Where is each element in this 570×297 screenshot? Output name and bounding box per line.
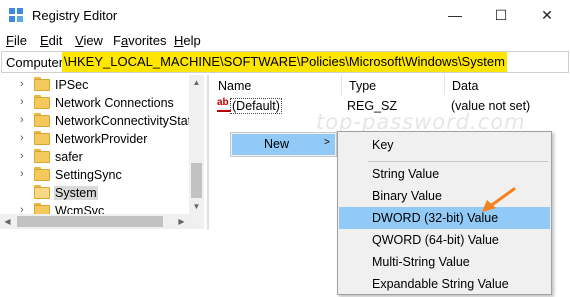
annotation-arrow-icon: [482, 187, 516, 212]
folder-icon: [34, 77, 50, 91]
title-bar: Registry Editor — ☐ ✕: [0, 0, 570, 31]
pane-splitter[interactable]: [207, 75, 209, 230]
tree-item-wcmsvc[interactable]: › WcmSvc: [0, 202, 203, 214]
column-separator[interactable]: [444, 75, 445, 95]
folder-icon: [34, 95, 50, 109]
tree-item-networkprovider[interactable]: › NetworkProvider: [0, 130, 203, 148]
tree-horizontal-scrollbar[interactable]: ◀ ▶: [0, 214, 204, 229]
menu-help[interactable]: Help: [174, 33, 201, 48]
chevron-right-icon[interactable]: ›: [20, 150, 24, 162]
maximize-button[interactable]: ☐: [478, 0, 524, 31]
tree-item-label: safer: [55, 150, 83, 164]
registry-tree: › IPSec › Network Connections › NetworkC…: [0, 75, 203, 214]
tree-item-safer[interactable]: › safer: [0, 148, 203, 166]
tree-item-label: System: [54, 186, 98, 200]
address-bar[interactable]: Computer \HKEY_LOCAL_MACHINE\SOFTWARE\Po…: [1, 51, 569, 73]
registry-editor-icon: [9, 8, 23, 22]
folder-icon: [34, 167, 50, 181]
submenu-item-multi-string-value[interactable]: Multi-String Value: [339, 251, 550, 273]
submenu-item-key[interactable]: Key: [339, 134, 550, 156]
tree-vertical-scrollbar[interactable]: ▲ ▼: [189, 75, 204, 214]
chevron-right-icon[interactable]: ›: [20, 96, 24, 108]
menu-bar: File Edit View Favorites Help: [0, 31, 570, 51]
address-path[interactable]: \HKEY_LOCAL_MACHINE\SOFTWARE\Policies\Mi…: [62, 52, 507, 72]
tree-item-network-connections[interactable]: › Network Connections: [0, 94, 203, 112]
scroll-left-icon[interactable]: ◀: [0, 214, 15, 229]
submenu-item-dword-value[interactable]: DWORD (32-bit) Value: [339, 207, 550, 229]
folder-icon: [34, 149, 50, 163]
minimize-button[interactable]: —: [432, 0, 478, 31]
context-menu-new[interactable]: New >: [232, 134, 335, 155]
new-label: New: [264, 137, 290, 151]
close-button[interactable]: ✕: [524, 0, 570, 31]
submenu-item-qword-value[interactable]: QWORD (64-bit) Value: [339, 229, 550, 251]
chevron-right-icon[interactable]: ›: [20, 78, 24, 90]
menu-file[interactable]: File: [6, 33, 27, 48]
submenu-item-expandable-string-value[interactable]: Expandable String Value: [339, 273, 550, 295]
scroll-right-icon[interactable]: ▶: [174, 214, 189, 229]
chevron-right-icon[interactable]: ›: [20, 204, 24, 214]
tree-item-settingsync[interactable]: › SettingSync: [0, 166, 203, 184]
scroll-thumb[interactable]: [17, 216, 163, 227]
context-menu: New >: [230, 132, 337, 157]
scroll-up-icon[interactable]: ▲: [189, 75, 204, 90]
tree-item-label: IPSec: [55, 78, 89, 92]
submenu-item-string-value[interactable]: String Value: [339, 163, 550, 185]
folder-icon: [34, 131, 50, 145]
address-prefix: Computer: [6, 55, 64, 70]
tree-item-label: Network Connections: [55, 96, 174, 110]
tree-item-label: NetworkProvider: [55, 132, 148, 146]
tree-item-label: SettingSync: [55, 168, 122, 182]
value-name: (Default): [230, 98, 282, 114]
tree-item-label: WcmSvc: [55, 204, 105, 214]
column-separator[interactable]: [341, 75, 342, 95]
tree-item-label: NetworkConnectivityStat: [55, 114, 192, 128]
scroll-thumb[interactable]: [191, 163, 202, 198]
submenu-arrow-icon: >: [324, 137, 330, 148]
folder-icon: [34, 185, 50, 199]
folder-icon: [34, 203, 50, 214]
chevron-right-icon[interactable]: ›: [20, 114, 24, 126]
column-header-data[interactable]: Data: [452, 79, 478, 93]
window-title: Registry Editor: [32, 8, 118, 23]
folder-icon: [34, 113, 50, 127]
column-header-name[interactable]: Name: [218, 79, 251, 93]
menu-separator: [368, 161, 548, 162]
chevron-right-icon[interactable]: ›: [20, 168, 24, 180]
chevron-right-icon[interactable]: ›: [20, 132, 24, 144]
scroll-down-icon[interactable]: ▼: [189, 199, 204, 214]
new-submenu: Key String Value Binary Value DWORD (32-…: [337, 131, 552, 295]
menu-favorites[interactable]: Favorites: [113, 33, 166, 48]
menu-edit[interactable]: Edit: [40, 33, 62, 48]
string-value-icon: ab: [217, 98, 231, 112]
menu-view[interactable]: View: [75, 33, 103, 48]
tree-item-system[interactable]: System: [0, 184, 203, 202]
tree-item-ipsec[interactable]: › IPSec: [0, 76, 203, 94]
column-header-type[interactable]: Type: [349, 79, 376, 93]
tree-item-networkconnectivitystat[interactable]: › NetworkConnectivityStat: [0, 112, 203, 130]
submenu-item-binary-value[interactable]: Binary Value: [339, 185, 550, 207]
